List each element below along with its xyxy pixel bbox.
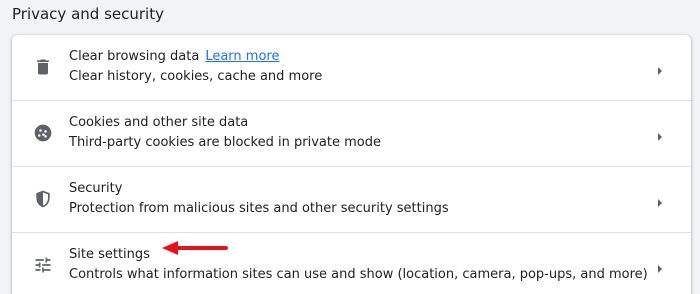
learn-more-link[interactable]: Learn more: [205, 49, 279, 64]
site-settings-text: Site settings Controls what information …: [69, 246, 648, 285]
chevron-right-icon: [655, 260, 665, 273]
site-settings-row[interactable]: Site settings Controls what information …: [12, 233, 691, 294]
chevron-right-icon: [655, 128, 665, 141]
cookies-row[interactable]: Cookies and other site data Third-party …: [12, 101, 691, 166]
shield-icon: [32, 188, 54, 210]
clear-browsing-data-subtitle: Clear history, cookies, cache and more: [69, 69, 323, 84]
trash-icon: [32, 56, 54, 78]
red-arrow-icon: [162, 240, 228, 255]
privacy-security-card: Clear browsing data Learn more Clear hist…: [12, 35, 691, 294]
clear-browsing-data-label: Clear browsing data: [69, 49, 200, 64]
site-settings-subtitle: Controls what information sites can use …: [69, 267, 648, 282]
cookies-title: Cookies and other site data: [69, 115, 249, 130]
section-title: Privacy and security: [12, 5, 164, 23]
cookies-subtitle: Third-party cookies are blocked in priva…: [69, 135, 381, 150]
security-subtitle: Protection from malicious sites and othe…: [69, 201, 449, 216]
security-title: Security: [69, 181, 123, 196]
chevron-right-icon: [655, 194, 665, 207]
clear-browsing-data-row[interactable]: Clear browsing data Learn more Clear hist…: [12, 35, 691, 100]
settings-page: Privacy and security Clear browsing data…: [0, 0, 700, 294]
security-text: Security Protection from malicious sites…: [69, 180, 449, 219]
chevron-right-icon: [655, 62, 665, 75]
clear-browsing-data-text: Clear browsing data Learn more Clear hist…: [69, 48, 322, 87]
tune-icon: [32, 254, 54, 276]
cookie-icon: [32, 122, 54, 144]
cookies-text: Cookies and other site data Third-party …: [69, 114, 381, 153]
site-settings-title: Site settings: [69, 247, 150, 262]
security-row[interactable]: Security Protection from malicious sites…: [12, 167, 691, 232]
clear-browsing-data-title: Clear browsing data Learn more: [69, 48, 322, 66]
